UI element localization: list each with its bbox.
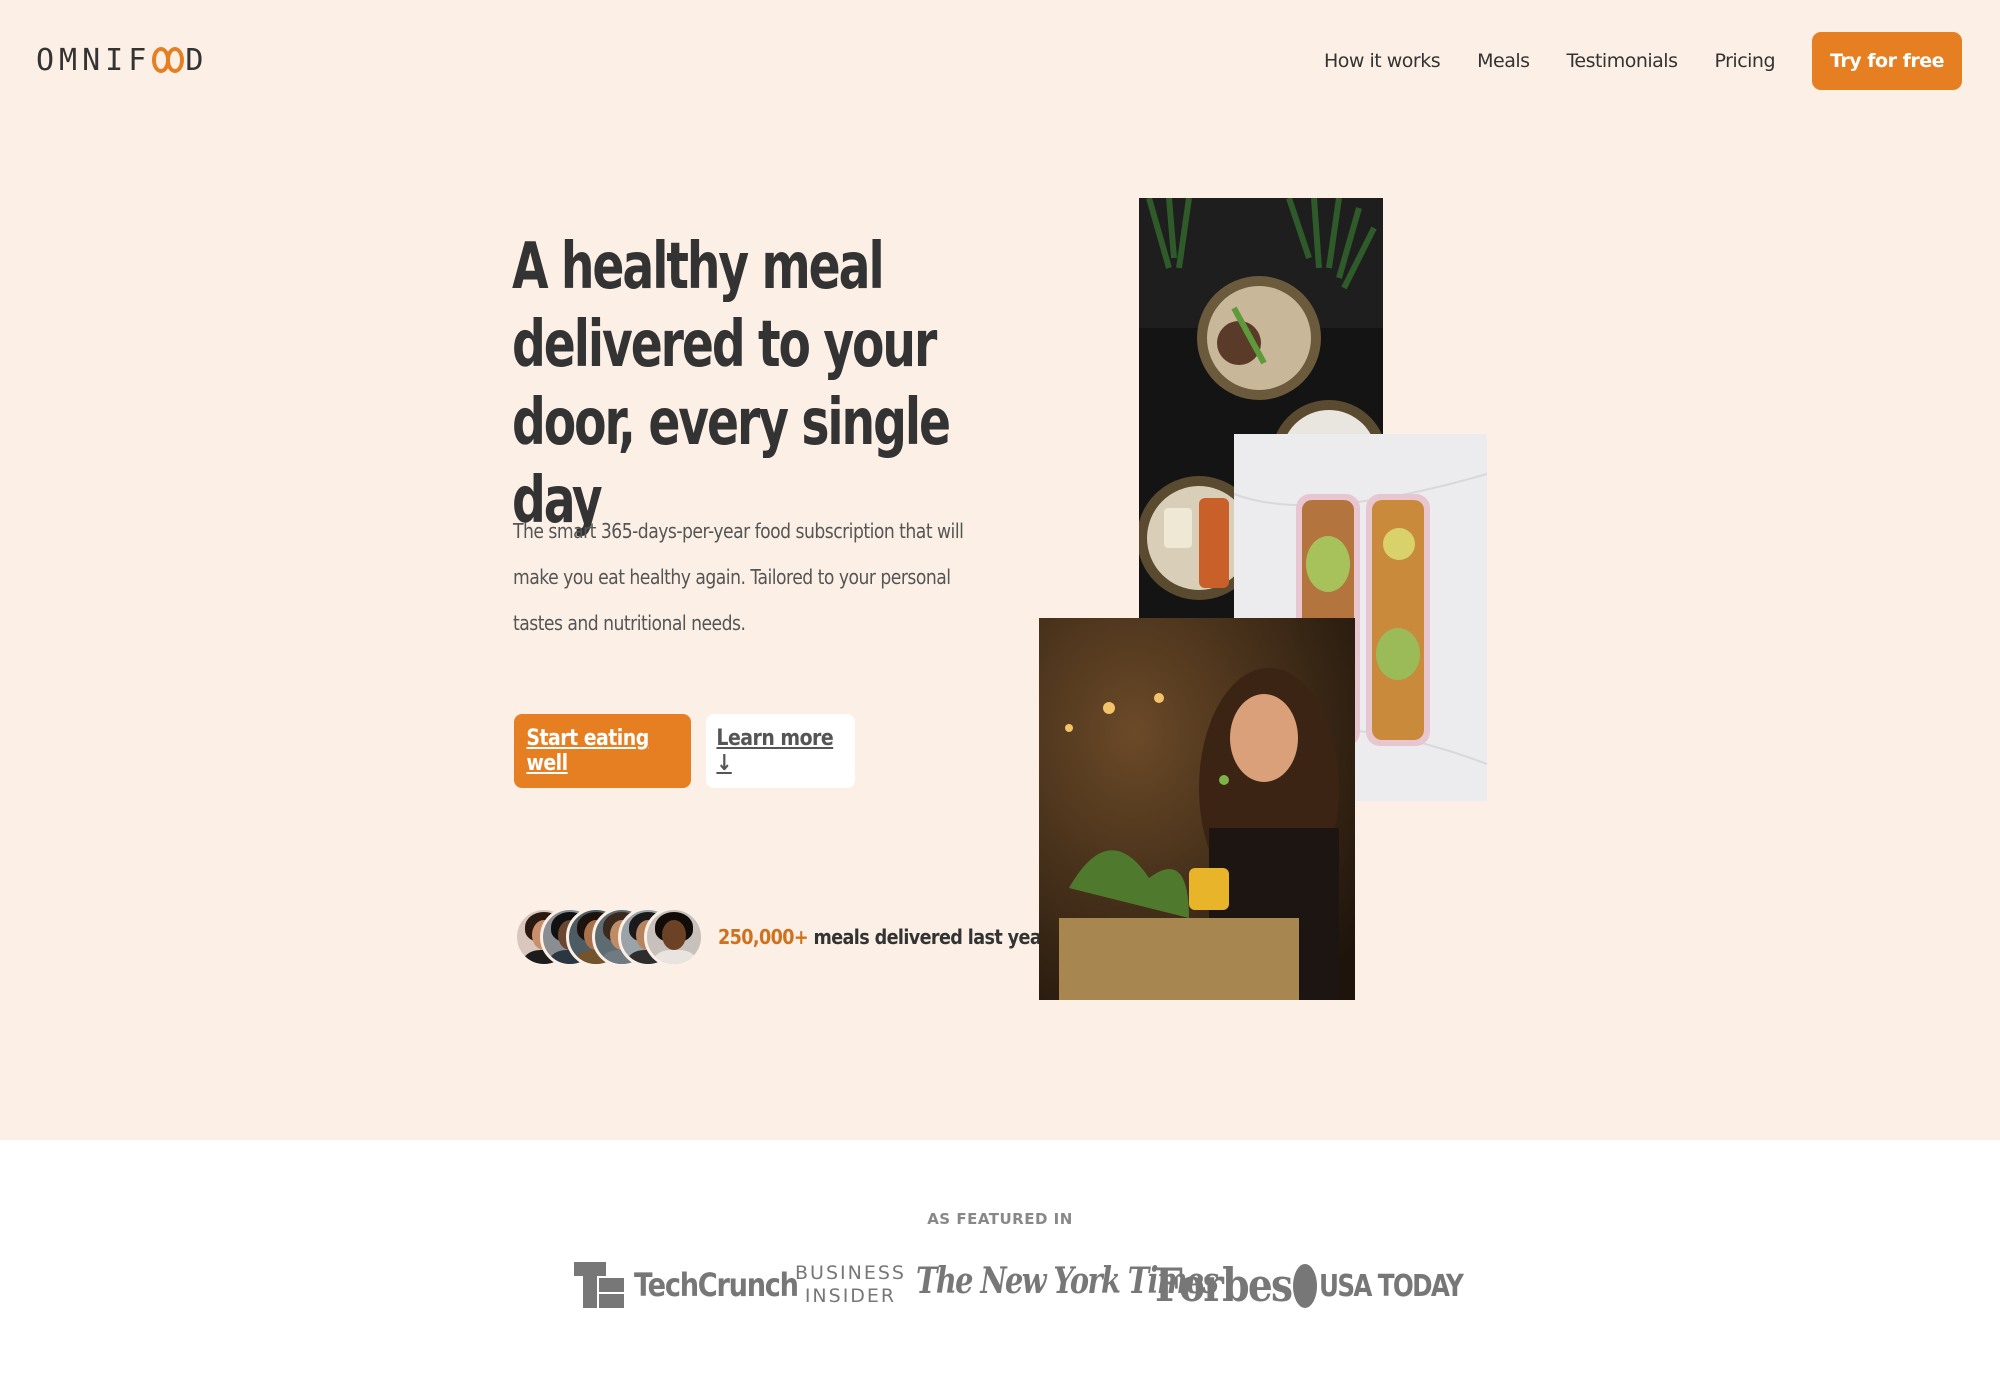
techcrunch-logo: TechCrunch — [574, 1261, 827, 1309]
business-insider-line-2: INSIDER — [804, 1285, 897, 1307]
logo-text-right: D — [185, 42, 204, 78]
hero-section — [0, 0, 2000, 1140]
usatoday-dot-icon — [1293, 1264, 1317, 1308]
meals-delivered-count: 250,000+ — [718, 925, 809, 949]
logo-text-left: OMNIF — [36, 42, 152, 78]
try-for-free-button[interactable]: Try for free — [1812, 32, 1962, 90]
business-insider-logo: BUSINESS INSIDER — [795, 1262, 906, 1308]
business-insider-line-1: BUSINESS — [795, 1262, 906, 1284]
featured-in-label: AS FEATURED IN — [927, 1210, 1073, 1228]
customer-avatar — [644, 907, 704, 967]
meals-delivered-text: 250,000+ meals delivered last year! — [718, 925, 1057, 949]
nav-link-meals[interactable]: Meals — [1477, 50, 1530, 72]
nav-link-testimonials[interactable]: Testimonials — [1567, 50, 1678, 72]
nav-link-how-it-works[interactable]: How it works — [1324, 50, 1441, 72]
usa-today-wordmark: USA TODAY — [1319, 1268, 1464, 1304]
learn-more-button[interactable]: Learn more ↓ — [706, 714, 855, 788]
featured-logos: TechCrunch BUSINESS INSIDER The New York… — [0, 1258, 2000, 1314]
delivered-customers: 250,000+ meals delivered last year! — [514, 905, 1103, 969]
techcrunch-wordmark: TechCrunch — [634, 1266, 799, 1304]
meals-delivered-label: meals delivered last year! — [807, 925, 1057, 949]
start-eating-well-button[interactable]: Start eating well — [514, 714, 691, 788]
nav-link-pricing[interactable]: Pricing — [1714, 50, 1775, 72]
hero-title: A healthy meal delivered to your door, e… — [512, 230, 951, 538]
woman-eating-illustration — [1039, 618, 1355, 1000]
start-eating-well-label: Start eating well — [526, 726, 649, 776]
usa-today-logo: USA TODAY — [1293, 1264, 1494, 1308]
forbes-logo: Forbes — [1155, 1258, 1293, 1312]
techcrunch-logo-icon — [574, 1262, 624, 1308]
hero-description: The smart 365-days-per-year food subscri… — [513, 519, 964, 635]
hero-image-woman-eating — [1039, 618, 1355, 1000]
omnifood-logo[interactable]: OMNIF D — [36, 40, 203, 80]
infinity-logo-icon — [152, 47, 185, 73]
main-nav: How it works Meals Testimonials Pricing … — [1324, 32, 1962, 90]
learn-more-label: Learn more ↓ — [716, 726, 834, 776]
